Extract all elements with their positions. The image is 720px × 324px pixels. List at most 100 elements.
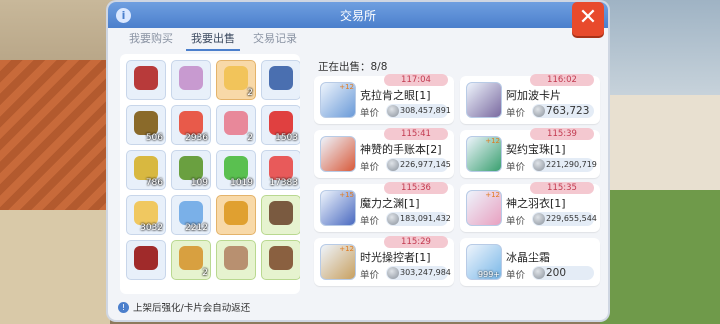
- item-price: 763,723: [532, 104, 594, 118]
- selling-item-card[interactable]: 115:36 +15 魔力之渊[1] 单价 183,091,432: [314, 182, 454, 232]
- item-thumbnail: 999+: [466, 244, 502, 280]
- item-count: 2: [202, 268, 208, 278]
- item-price-value: 308,457,891: [400, 106, 451, 115]
- inventory-slot[interactable]: 2: [171, 240, 211, 280]
- listing-timer: 116:02: [530, 74, 594, 86]
- inventory-slot[interactable]: 3032: [126, 195, 166, 235]
- item-icon: [134, 111, 158, 135]
- listing-timer: 115:29: [384, 236, 448, 248]
- selling-item-card[interactable]: 115:29 +12 时光操控者[1] 单价 303,247,984: [314, 236, 454, 286]
- item-count: 3032: [140, 223, 163, 233]
- background-sky: [600, 0, 720, 100]
- inventory-slot[interactable]: 2936: [171, 105, 211, 145]
- inventory-slot[interactable]: [126, 60, 166, 100]
- inventory-slot[interactable]: 1503: [261, 105, 300, 145]
- listing-timer: 115:36: [384, 182, 448, 194]
- zeny-coin-icon: [387, 213, 399, 225]
- inventory-slot[interactable]: 17383: [261, 150, 300, 190]
- selling-item-card[interactable]: 115:41 神赞的手账本[2] 单价 226,977,145: [314, 128, 454, 178]
- inventory-slot[interactable]: [126, 240, 166, 280]
- item-icon: [269, 111, 293, 135]
- item-price: 200: [532, 266, 594, 280]
- exchange-window: i 交易所 我要购买 我要出售 交易记录 2 506 2936 2 1503 786 109…: [108, 2, 608, 320]
- refine-level: +15: [339, 191, 354, 199]
- item-price-value: 303,247,984: [400, 268, 451, 277]
- background-wall: [0, 210, 110, 324]
- tab-bar: 我要购买 我要出售 交易记录: [120, 30, 306, 51]
- selling-item-card[interactable]: 117:04 +12 克拉肯之眼[1] 单价 308,457,891: [314, 74, 454, 124]
- item-count: 1503: [275, 133, 298, 143]
- item-name: 时光操控者[1]: [360, 251, 431, 264]
- item-price: 229,655,544: [532, 212, 597, 226]
- listing-timer: 115:41: [384, 128, 448, 140]
- price-label: 单价: [360, 162, 380, 173]
- selling-count-label: 正在出售：: [318, 61, 371, 73]
- tab-sell[interactable]: 我要出售: [182, 30, 244, 51]
- inventory-panel: 2 506 2936 2 1503 786 109 1019 17383 3032 2212 2: [120, 54, 300, 294]
- listing-timer: 117:04: [384, 74, 448, 86]
- inventory-slot[interactable]: [216, 195, 256, 235]
- item-price-value: 221,290,719: [546, 160, 597, 169]
- inventory-grid: 2 506 2936 2 1503 786 109 1019 17383 3032 2212 2: [120, 54, 300, 286]
- inventory-slot[interactable]: 109: [171, 150, 211, 190]
- item-icon: [134, 246, 158, 270]
- item-icon: [179, 201, 203, 225]
- inventory-slot[interactable]: [216, 240, 256, 280]
- price-label: 单价: [360, 270, 380, 281]
- inventory-slot[interactable]: 2212: [171, 195, 211, 235]
- item-icon: [179, 246, 203, 270]
- item-thumbnail: [320, 136, 356, 172]
- selling-item-card[interactable]: 999+ 冰晶尘霜 单价 200: [460, 238, 600, 286]
- zeny-coin-icon: [387, 105, 399, 117]
- tab-buy[interactable]: 我要购买: [120, 30, 182, 48]
- item-icon: [134, 156, 158, 180]
- item-count: 2936: [185, 133, 208, 143]
- refine-level: +12: [485, 191, 500, 199]
- price-label: 单价: [506, 216, 526, 227]
- inventory-slot[interactable]: [261, 240, 300, 280]
- listing-timer: 115:35: [530, 182, 594, 194]
- selling-item-card[interactable]: 115:35 +12 神之羽衣[1] 单价 229,655,544: [460, 182, 600, 232]
- refine-level: +12: [339, 83, 354, 91]
- item-price: 303,247,984: [386, 266, 451, 280]
- item-count: 2: [247, 88, 253, 98]
- inventory-slot[interactable]: [261, 60, 300, 100]
- inventory-slot[interactable]: 2: [216, 105, 256, 145]
- selling-panel: 正在出售：8/8 117:04 +12 克拉肯之眼[1] 单价 308,457,891 1…: [308, 54, 600, 294]
- inventory-slot[interactable]: [261, 195, 300, 235]
- item-icon: [224, 246, 248, 270]
- selling-item-card[interactable]: 116:02 阿加波卡片 单价 763,723: [460, 74, 600, 124]
- item-thumbnail: [466, 82, 502, 118]
- item-count: 506: [145, 133, 163, 143]
- selling-item-card[interactable]: 115:39 +12 契约宝珠[1] 单价 221,290,719: [460, 128, 600, 178]
- background-roof: [0, 60, 110, 210]
- item-price-value: 763,723: [546, 105, 590, 117]
- price-label: 单价: [360, 108, 380, 119]
- close-button[interactable]: ✕: [572, 2, 604, 36]
- item-icon: [269, 201, 293, 225]
- selling-count-value: 8/8: [370, 61, 388, 73]
- item-name: 冰晶尘霜: [506, 251, 550, 264]
- inventory-slot[interactable]: 506: [126, 105, 166, 145]
- inventory-slot[interactable]: [171, 60, 211, 100]
- item-icon: [269, 156, 293, 180]
- hint-bar: ! 上架后强化/卡片会自动返还: [118, 300, 250, 314]
- item-icon: [224, 156, 248, 180]
- item-icon: [179, 111, 203, 135]
- inventory-slot[interactable]: 2: [216, 60, 256, 100]
- item-thumbnail: +12: [320, 244, 356, 280]
- hint-text: 上架后强化/卡片会自动返还: [133, 303, 251, 314]
- item-icon: [269, 66, 293, 90]
- item-price: 183,091,432: [386, 212, 451, 226]
- item-icon: [224, 66, 248, 90]
- item-count: 2212: [185, 223, 208, 233]
- info-small-icon: !: [118, 301, 129, 313]
- price-label: 单价: [506, 162, 526, 173]
- item-icon: [269, 246, 293, 270]
- item-name: 魔力之渊[1]: [360, 197, 420, 210]
- tab-history[interactable]: 交易记录: [244, 30, 306, 48]
- inventory-slot[interactable]: 1019: [216, 150, 256, 190]
- inventory-slot[interactable]: 786: [126, 150, 166, 190]
- item-count: 786: [145, 178, 163, 188]
- item-icon: [224, 201, 248, 225]
